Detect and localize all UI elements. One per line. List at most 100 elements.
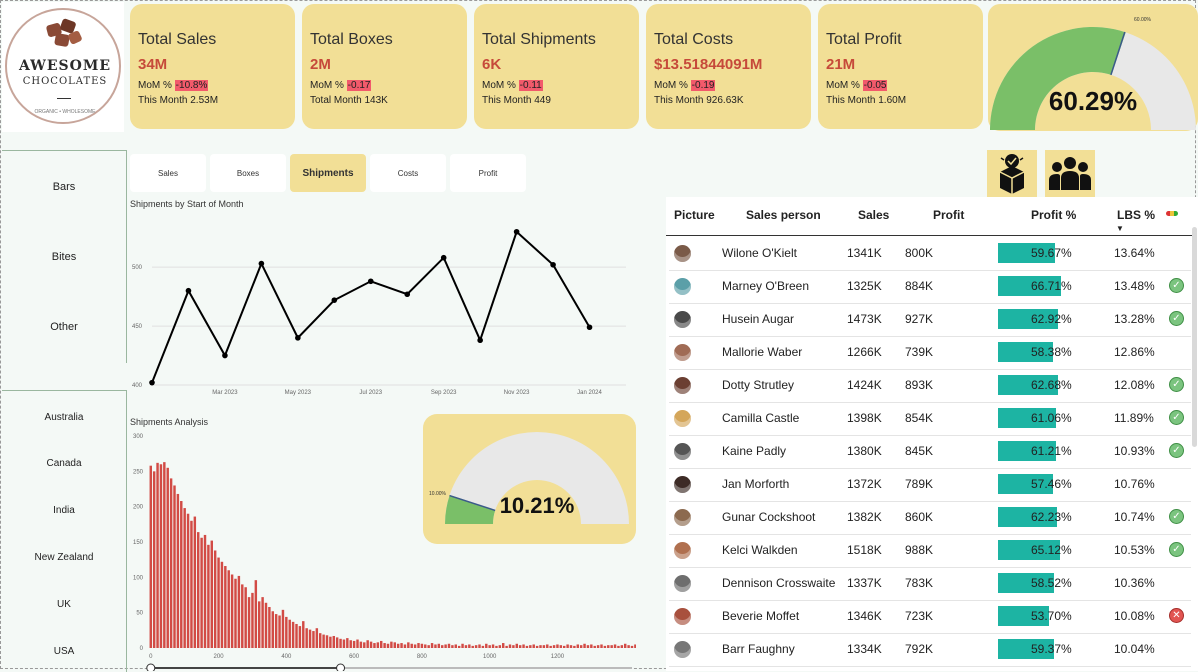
tab-costs[interactable]: Costs	[370, 154, 446, 192]
histogram-bar[interactable]	[444, 644, 447, 648]
histogram-bar[interactable]	[542, 645, 546, 648]
histogram-bar[interactable]	[393, 642, 396, 648]
histogram-bar[interactable]	[261, 597, 264, 648]
header-profit-pct[interactable]: Profit %	[1031, 208, 1076, 222]
histogram-bar[interactable]	[180, 501, 183, 648]
histogram-bar[interactable]	[213, 550, 217, 648]
histogram-bar[interactable]	[295, 623, 298, 648]
histogram-bar[interactable]	[613, 644, 617, 648]
histogram-bar[interactable]	[335, 637, 339, 648]
slicer-item-india[interactable]: India	[2, 505, 126, 516]
histogram-bar[interactable]	[474, 645, 478, 648]
histogram-bar[interactable]	[427, 645, 430, 648]
histogram-bar[interactable]	[169, 478, 173, 648]
histogram-bar[interactable]	[403, 644, 407, 648]
histogram-bar[interactable]	[627, 645, 630, 648]
histogram-bar[interactable]	[376, 642, 380, 648]
histogram-bar[interactable]	[505, 645, 508, 648]
histogram-bar[interactable]	[396, 643, 400, 648]
histogram-bar[interactable]	[288, 619, 291, 648]
header-picture[interactable]: Picture	[674, 208, 715, 222]
data-point[interactable]	[440, 254, 447, 261]
histogram-bar[interactable]	[529, 645, 532, 648]
histogram-bar[interactable]	[291, 621, 295, 648]
histogram-bar[interactable]	[285, 616, 288, 648]
data-point[interactable]	[295, 335, 301, 341]
table-row[interactable]: Marney O'Breen 1325K 884K 66.71% 13.48% ✓	[669, 270, 1191, 304]
histogram-bar[interactable]	[498, 645, 502, 648]
histogram-bar[interactable]	[413, 644, 417, 648]
histogram-bar[interactable]	[630, 645, 634, 648]
header-sales-person[interactable]: Sales person	[746, 208, 821, 222]
histogram-bar[interactable]	[481, 645, 485, 648]
data-point[interactable]	[331, 297, 338, 303]
data-point[interactable]	[513, 228, 520, 235]
tab-profit[interactable]: Profit	[450, 154, 526, 192]
data-point[interactable]	[404, 291, 411, 298]
histogram-bar[interactable]	[234, 578, 237, 648]
table-row[interactable]: Camilla Castle 1398K 854K 61.06% 11.89% ✓	[669, 402, 1191, 436]
histogram-bar[interactable]	[166, 467, 169, 648]
histogram-bar[interactable]	[149, 465, 152, 648]
histogram-bar[interactable]	[230, 574, 234, 648]
histogram-bar[interactable]	[522, 644, 525, 648]
slicer-item-bars[interactable]: Bars	[2, 181, 126, 193]
slicer-item-new-zealand[interactable]: New Zealand	[2, 552, 126, 563]
histogram-bar[interactable]	[603, 645, 607, 648]
histogram-bar[interactable]	[342, 639, 346, 648]
table-row[interactable]: Dotty Strutley 1424K 893K 62.68% 12.08% ✓	[669, 369, 1191, 403]
histogram-bar[interactable]	[247, 597, 251, 648]
histogram-bar[interactable]	[386, 643, 390, 648]
histogram-bar[interactable]	[251, 592, 254, 648]
histogram-bar[interactable]	[156, 462, 159, 648]
histogram-bar[interactable]	[383, 643, 386, 648]
histogram-bar[interactable]	[244, 587, 247, 648]
histogram-bar[interactable]	[227, 570, 230, 648]
histogram-bar[interactable]	[308, 629, 312, 648]
histogram-bar[interactable]	[224, 566, 227, 648]
histogram-bar[interactable]	[512, 645, 515, 648]
histogram-bar[interactable]	[600, 644, 603, 648]
histogram-bar[interactable]	[315, 628, 319, 648]
histogram-bar[interactable]	[617, 645, 620, 648]
histogram-bar[interactable]	[237, 575, 241, 648]
histogram-bar[interactable]	[305, 628, 308, 648]
histogram-bar[interactable]	[210, 540, 213, 648]
histogram-bar[interactable]	[352, 640, 356, 648]
histogram-bar[interactable]	[451, 645, 454, 648]
histogram-bar[interactable]	[525, 645, 529, 648]
table-row[interactable]: Wilone O'Kielt 1341K 800K 59.67% 13.64%	[669, 237, 1191, 271]
data-point[interactable]	[258, 260, 265, 267]
histogram-bar[interactable]	[491, 644, 495, 648]
histogram-bar[interactable]	[410, 643, 413, 648]
histogram-bar[interactable]	[312, 631, 315, 648]
table-row[interactable]: Barr Faughny 1334K 792K 59.37% 10.04%	[669, 633, 1191, 667]
histogram-bar[interactable]	[319, 633, 322, 648]
table-scrollbar[interactable]	[1192, 227, 1197, 447]
histogram-bar[interactable]	[278, 615, 281, 648]
histogram-bar[interactable]	[515, 643, 518, 648]
histogram-bar[interactable]	[241, 584, 244, 648]
histogram-bar[interactable]	[532, 644, 535, 648]
histogram-bar[interactable]	[298, 626, 302, 648]
histogram-bar[interactable]	[563, 645, 566, 648]
histogram-bar[interactable]	[322, 634, 325, 648]
histogram-bar[interactable]	[163, 462, 166, 648]
histogram-bar[interactable]	[258, 601, 261, 648]
histogram-bar[interactable]	[471, 645, 474, 648]
histogram-bar[interactable]	[359, 641, 363, 648]
histogram-bar[interactable]	[254, 580, 258, 648]
histogram-bar[interactable]	[518, 645, 522, 648]
histogram-bar[interactable]	[152, 471, 156, 648]
histogram-bar[interactable]	[556, 644, 559, 648]
histogram-bar[interactable]	[363, 642, 366, 648]
range-slider-handle[interactable]	[146, 663, 156, 671]
histogram-bar[interactable]	[583, 643, 586, 648]
histogram-bar[interactable]	[447, 643, 451, 648]
slicer-item-australia[interactable]: Australia	[2, 412, 126, 423]
histogram-bar[interactable]	[159, 464, 163, 648]
histogram-bar[interactable]	[193, 516, 197, 648]
table-row[interactable]: Husein Augar 1473K 927K 62.92% 13.28% ✓	[669, 303, 1191, 337]
header-sales[interactable]: Sales	[858, 208, 889, 222]
header-profit[interactable]: Profit	[933, 208, 964, 222]
